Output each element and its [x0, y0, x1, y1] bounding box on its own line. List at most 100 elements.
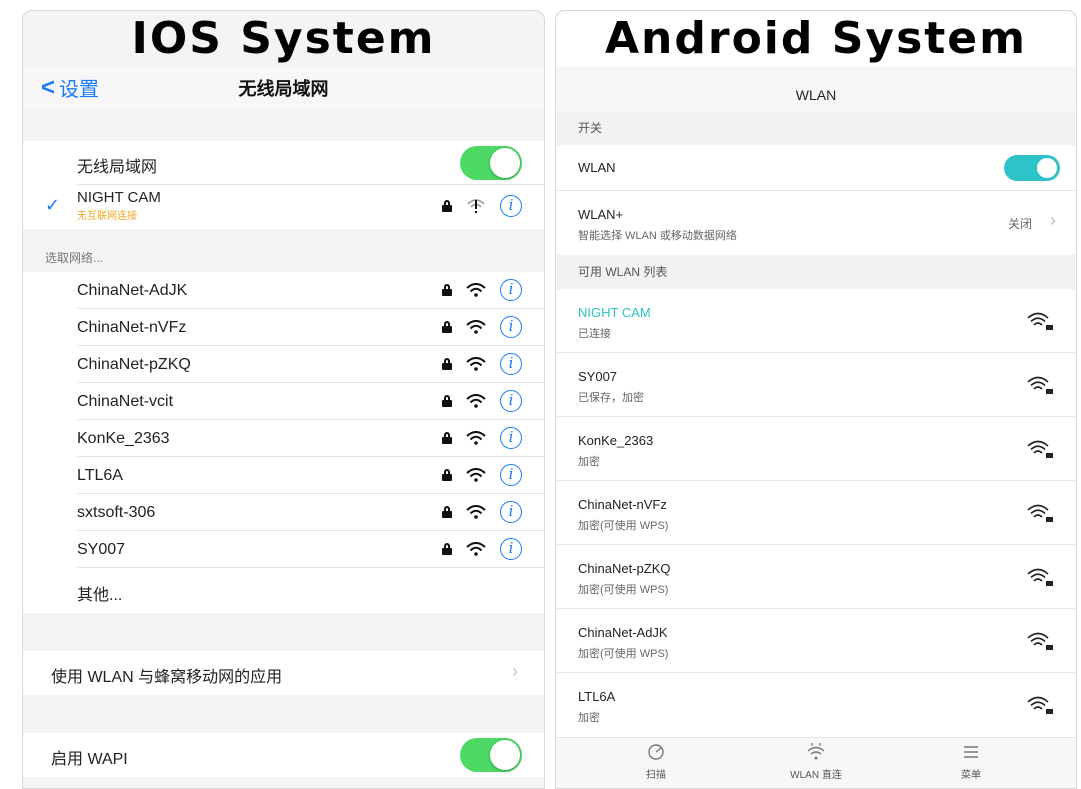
ios-panel: IOS System < 设置 无线局域网 无线局域网 ✓ NIGHT CAM …	[22, 10, 545, 789]
network-name: SY007	[578, 369, 618, 384]
switch-header: 开关	[556, 111, 1076, 145]
network-row[interactable]: NIGHT CAM 已连接	[556, 289, 1076, 353]
wifi-icon	[466, 431, 486, 445]
wlan-plus-subtitle: 智能选择 WLAN 或移动数据网络	[578, 230, 737, 242]
info-icon[interactable]: i	[500, 538, 522, 560]
wlan-plus-row[interactable]: WLAN+ 智能选择 WLAN 或移动数据网络 关闭 ›	[556, 191, 1076, 255]
wifi-icon	[466, 283, 486, 297]
lock-icon	[442, 358, 452, 370]
network-status: 已连接	[578, 328, 611, 340]
wlan-apps-row[interactable]: 使用 WLAN 与蜂窝移动网的应用 ›	[23, 651, 544, 695]
lock-icon	[442, 543, 452, 555]
tab-wifi-direct-label: WLAN 直连	[790, 770, 842, 781]
wifi-icon	[466, 542, 486, 556]
android-bottom-bar: 扫描 WLAN 直连 菜单	[556, 737, 1076, 788]
wlan-plus-title: WLAN+	[578, 207, 624, 222]
connected-network-row[interactable]: ✓ NIGHT CAM 无互联网连接 i	[23, 185, 544, 229]
wapi-row: 启用 WAPI	[23, 733, 544, 777]
ios-heading: IOS System	[131, 13, 436, 64]
network-name: sxtsoft-306	[77, 504, 156, 521]
network-name: SY007	[77, 541, 126, 558]
network-row[interactable]: ChinaNet-nVFz 加密(可使用 WPS)	[556, 481, 1076, 545]
wifi-icon	[466, 468, 486, 482]
network-name: LTL6A	[77, 467, 123, 484]
wifi-toggle-label: 无线局域网	[77, 159, 158, 176]
info-icon[interactable]: i	[500, 195, 522, 217]
network-name: ChinaNet-pZKQ	[77, 356, 191, 373]
wifi-icon	[466, 505, 486, 519]
network-row[interactable]: SY007 i	[23, 531, 544, 568]
network-row[interactable]: SY007 已保存，加密	[556, 353, 1076, 417]
wlan-toggle-row: WLAN	[556, 145, 1076, 191]
network-name: KonKe_2363	[77, 430, 170, 447]
checkmark-icon: ✓	[45, 195, 61, 215]
wlan-plus-value: 关闭	[1007, 217, 1032, 231]
connected-network-status: 无互联网连接	[77, 211, 137, 222]
network-status: 加密	[578, 712, 600, 724]
network-row[interactable]: ChinaNet-AdJK 加密(可使用 WPS)	[556, 609, 1076, 673]
wifi-lock-icon	[1027, 504, 1053, 522]
network-row[interactable]: LTL6A i	[23, 457, 544, 494]
tab-menu[interactable]: 菜单	[921, 742, 1021, 781]
divider	[77, 567, 544, 568]
chevron-right-icon: ›	[512, 661, 518, 681]
network-status: 加密(可使用 WPS)	[578, 584, 669, 596]
info-icon[interactable]: i	[500, 427, 522, 449]
network-name: NIGHT CAM	[578, 305, 651, 320]
tab-scan[interactable]: 扫描	[606, 742, 706, 781]
info-icon[interactable]: i	[500, 464, 522, 486]
lock-icon	[442, 321, 452, 333]
wlan-apps-label: 使用 WLAN 与蜂窝移动网的应用	[51, 669, 283, 686]
wifi-lock-icon	[1027, 696, 1053, 714]
network-row[interactable]: ChinaNet-vcit i	[23, 383, 544, 420]
info-icon[interactable]: i	[500, 316, 522, 338]
wlan-toggle[interactable]	[1004, 155, 1060, 181]
wifi-toggle[interactable]	[460, 146, 522, 180]
wifi-icon	[466, 394, 486, 408]
network-row[interactable]: ChinaNet-pZKQ 加密(可使用 WPS)	[556, 545, 1076, 609]
network-status: 加密(可使用 WPS)	[578, 648, 669, 660]
other-network-label: 其他...	[77, 587, 123, 604]
android-heading: Android System	[605, 13, 1027, 64]
scan-icon	[606, 742, 706, 766]
available-list-header: 可用 WLAN 列表	[556, 255, 1076, 289]
other-network-row[interactable]: 其他...	[23, 569, 544, 613]
network-status: 已保存，加密	[578, 392, 644, 404]
info-icon[interactable]: i	[500, 353, 522, 375]
network-name: ChinaNet-pZKQ	[578, 561, 671, 576]
android-panel: Android System WLAN 开关 WLAN WLAN+ 智能选择 W…	[555, 10, 1077, 789]
network-row[interactable]: ChinaNet-pZKQ i	[23, 346, 544, 383]
network-name: ChinaNet-AdJK	[77, 282, 188, 299]
wapi-toggle[interactable]	[460, 738, 522, 772]
network-name: LTL6A	[578, 689, 616, 704]
info-icon[interactable]: i	[500, 390, 522, 412]
wifi-lock-icon	[1027, 632, 1053, 650]
network-row[interactable]: ChinaNet-nVFz i	[23, 309, 544, 346]
lock-icon	[442, 200, 452, 212]
network-row[interactable]: KonKe_2363 加密	[556, 417, 1076, 481]
lock-icon	[442, 284, 452, 296]
info-icon[interactable]: i	[500, 279, 522, 301]
network-name: ChinaNet-nVFz	[77, 319, 187, 336]
lock-icon	[442, 469, 452, 481]
wifi-icon	[466, 357, 486, 371]
network-row[interactable]: KonKe_2363 i	[23, 420, 544, 457]
network-name: ChinaNet-vcit	[77, 393, 174, 410]
network-name: ChinaNet-nVFz	[578, 497, 667, 512]
tab-scan-label: 扫描	[646, 770, 666, 781]
lock-icon	[442, 506, 452, 518]
info-icon[interactable]: i	[500, 501, 522, 523]
tab-wifi-direct[interactable]: WLAN 直连	[766, 742, 866, 781]
network-row[interactable]: ChinaNet-AdJK i	[23, 272, 544, 309]
network-status: 加密	[578, 456, 600, 468]
wapi-label: 启用 WAPI	[51, 751, 128, 768]
lock-icon	[442, 395, 452, 407]
wifi-lock-icon	[1027, 312, 1053, 330]
network-name: KonKe_2363	[578, 433, 654, 448]
network-row[interactable]: sxtsoft-306 i	[23, 494, 544, 531]
network-row[interactable]: LTL6A 加密	[556, 673, 1076, 737]
chevron-right-icon: ›	[1050, 210, 1056, 230]
network-status: 加密(可使用 WPS)	[578, 520, 669, 532]
menu-icon	[921, 742, 1021, 766]
tab-menu-label: 菜单	[961, 770, 981, 781]
